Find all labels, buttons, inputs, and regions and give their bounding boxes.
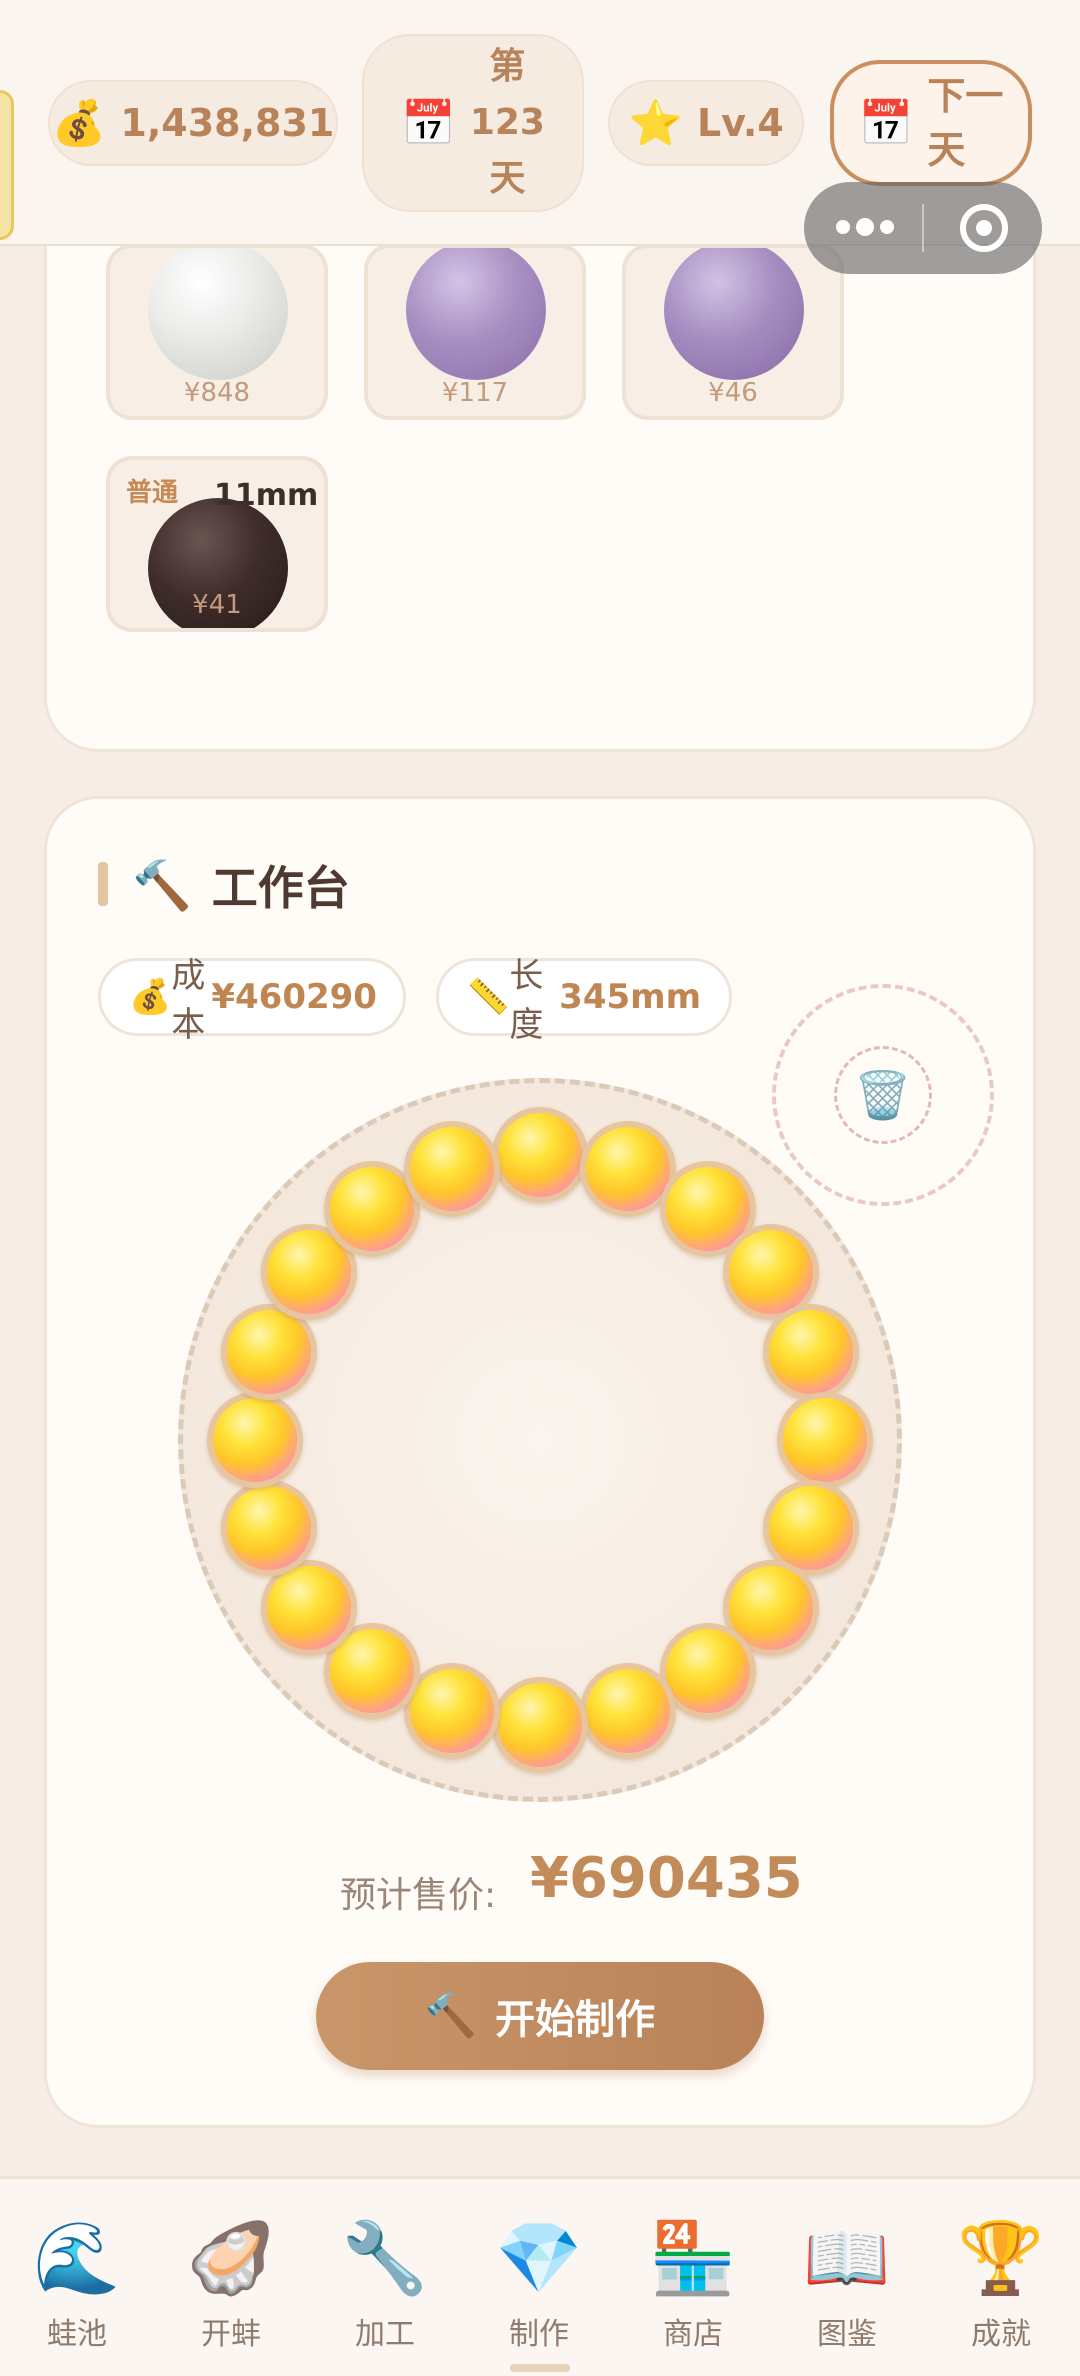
money-bag-icon: 💰 [51,98,107,149]
pearl-price: ¥41 [192,590,242,620]
nav-label: 开蚌 [201,2317,261,2352]
diamond-icon: 💎 [495,2217,583,2299]
star-icon: ⭐ [628,98,684,149]
trash-icon: 🗑️ [834,1046,932,1144]
bracelet-bead[interactable] [492,1677,588,1773]
pearl-price: ¥117 [441,378,509,408]
pearl-image [406,248,546,380]
nav-item-open-oyster[interactable]: 🦪 开蚌 [156,2219,306,2353]
day-suffix: 天 [489,158,526,199]
more-dots-icon-center [856,218,874,236]
bracelet-bead[interactable] [492,1107,588,1203]
money-display: 💰 1,438,831 [48,80,338,166]
pearl-tile[interactable]: ¥46 [622,244,844,420]
nav-item-process[interactable]: 🔧 加工 [310,2219,460,2353]
bottom-navigation: 🌊 蛙池 🦪 开蚌 🔧 加工 💎 制作 🏪 商店 📖 图鉴 🏆 成就 [0,2176,1080,2376]
ruler-icon: 📏 [467,977,510,1017]
cost-value: ¥460290 [211,977,377,1017]
length-chip: 📏 长度 345mm [436,956,732,1045]
length-value: 345mm [559,977,701,1017]
next-day-button[interactable]: 📅 下一 天 [830,60,1032,186]
nav-label: 成就 [971,2317,1031,2352]
nav-label: 蛙池 [47,2317,107,2352]
calendar-icon: 📅 [858,98,914,149]
day-number: 123 [469,102,545,143]
nav-item-craft[interactable]: 💎 制作 [464,2219,614,2353]
workbench-title-text: 工作台 [211,861,350,915]
hammer-icon: 🔨 [132,857,192,914]
pearl-image [664,248,804,380]
nav-item-achievements[interactable]: 🏆 成就 [926,2219,1076,2353]
pearl-price: ¥848 [183,378,251,408]
oyster-icon: 🦪 [187,2217,275,2299]
cost-chip: 💰 成本 ¥460290 [98,956,406,1045]
length-label: 长度 [509,956,544,1045]
hammer-icon: 🔨 [424,1991,478,2040]
capsule-divider [922,204,924,252]
estimated-price-value: ¥690435 [530,1846,803,1911]
money-bag-icon: 💰 [129,977,172,1017]
more-dots-icon [836,220,850,234]
pearl-image [148,248,288,380]
workbench-title: 🔨 工作台 [132,852,350,918]
book-icon: 📖 [803,2217,891,2299]
day-counter: 📅 第 123 天 [362,34,584,212]
cost-label: 成本 [171,956,206,1045]
nav-item-collection[interactable]: 📖 图鉴 [772,2219,922,2353]
level-value: Lv.4 [697,101,784,145]
nav-label: 商店 [663,2317,723,2352]
more-menu-button[interactable] [836,212,898,244]
pearl-tile[interactable]: 普通 11mm ¥41 [106,456,328,632]
bracelet-bead[interactable] [763,1303,860,1400]
side-tab-decoration [0,90,14,240]
estimated-price-label: 预计售价: [340,1875,497,1916]
bracelet-bead[interactable] [777,1392,873,1488]
next-day-label-line1: 下一 [927,74,1004,118]
next-day-label-line2: 天 [927,128,966,172]
nav-label: 图鉴 [817,2317,877,2352]
calendar-icon: 📅 [401,98,456,149]
pearl-tile[interactable]: ¥848 [106,244,328,420]
section-accent-bar [98,862,108,906]
close-miniprogram-button[interactable] [960,204,1008,252]
bracelet-bead[interactable] [580,1663,677,1760]
more-dots-icon-right [880,220,894,234]
nav-item-shop[interactable]: 🏪 商店 [618,2219,768,2353]
level-badge: ⭐ Lv.4 [608,80,804,166]
pearl-grade: 普通 [126,478,179,508]
bracelet-bead[interactable] [220,1480,317,1577]
wrench-icon: 🔧 [341,2217,429,2299]
day-prefix: 第 [489,46,526,87]
pearl-price: ¥46 [708,378,758,408]
bracelet-bead[interactable] [207,1392,303,1488]
store-icon: 🏪 [649,2217,737,2299]
mini-program-capsule [804,182,1042,274]
nav-label: 制作 [509,2317,569,2352]
trophy-icon: 🏆 [957,2217,1045,2299]
money-value: 1,438,831 [120,101,335,145]
pearl-size: 11mm [214,478,319,513]
start-making-button[interactable]: 🔨 开始制作 [316,1962,764,2070]
wave-icon: 🌊 [33,2217,121,2299]
bracelet-bead[interactable] [403,1120,500,1217]
active-tab-indicator [510,2364,570,2372]
start-making-label: 开始制作 [495,1997,656,2043]
nav-label: 加工 [355,2317,415,2352]
nav-item-pond[interactable]: 🌊 蛙池 [2,2219,152,2353]
pearl-tile[interactable]: ¥117 [364,244,586,420]
